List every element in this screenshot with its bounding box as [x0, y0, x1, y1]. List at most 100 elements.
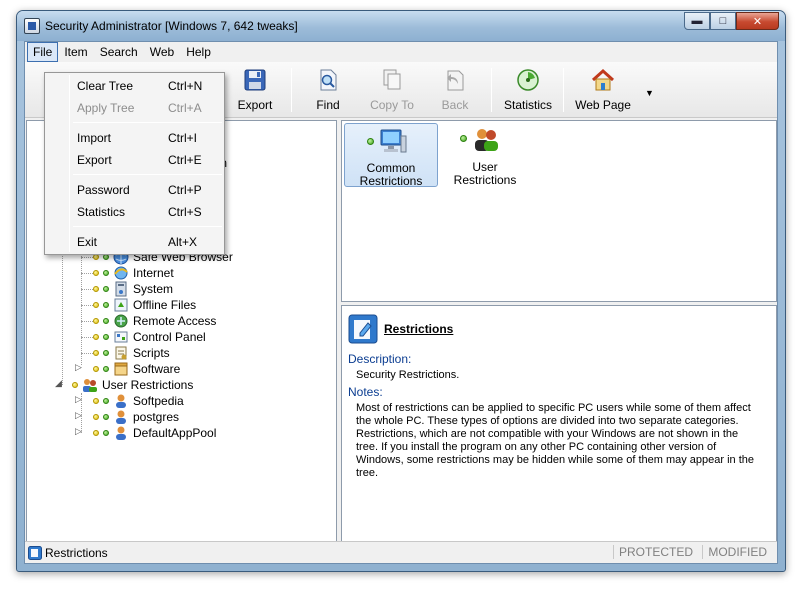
find-label: Find [316, 98, 340, 112]
expand-arrow-icon[interactable]: ▷ [75, 394, 82, 405]
toolbar-separator [563, 68, 564, 112]
expand-arrow-icon[interactable]: ▷ [75, 410, 82, 421]
menu-help[interactable]: Help [180, 42, 217, 62]
toolbar-separator [291, 68, 292, 112]
close-button[interactable]: ✕ [736, 12, 779, 30]
restrictions-icon [348, 314, 378, 344]
export-button[interactable]: Export [230, 66, 280, 114]
menu-item-label: Export [77, 153, 112, 167]
tree-item-user-defaultapppool[interactable]: ▷ DefaultAppPool [75, 425, 275, 441]
status-dot-green [103, 318, 109, 324]
status-dot-yellow [93, 398, 99, 404]
back-button[interactable]: Back [435, 66, 475, 114]
menu-password[interactable]: Password Ctrl+P [47, 179, 222, 201]
export-label: Export [237, 98, 273, 112]
tree-item-remote-access[interactable]: Remote Access [75, 313, 275, 329]
menu-item-shortcut: Ctrl+E [168, 153, 202, 167]
collapse-arrow-icon[interactable]: ◢ [55, 378, 62, 389]
status-dot-green [103, 286, 109, 292]
category-list[interactable]: Common Restrictions User Restrictions [341, 120, 777, 302]
category-user-restrictions[interactable]: User Restrictions [438, 123, 532, 187]
restrictions-icon [28, 546, 42, 560]
find-button[interactable]: Find [305, 66, 351, 114]
status-dot-green [103, 398, 109, 404]
tree-item-user-restrictions[interactable]: ◢ User Restrictions [55, 377, 275, 393]
menu-search[interactable]: Search [94, 42, 144, 62]
window-title: Security Administrator [Windows 7, 642 t… [45, 19, 298, 33]
offline-files-icon [114, 298, 128, 312]
copy-to-button[interactable]: Copy To [365, 66, 419, 114]
menu-item-shortcut: Ctrl+A [168, 101, 202, 115]
status-modified: MODIFIED [702, 545, 767, 559]
detail-title[interactable]: Restrictions [384, 322, 453, 336]
menu-apply-tree[interactable]: Apply Tree Ctrl+A [47, 97, 222, 119]
status-dot-green [103, 334, 109, 340]
status-protected: PROTECTED [612, 545, 693, 559]
category-label: Common Restrictions [359, 161, 423, 188]
menu-separator [73, 174, 222, 175]
menu-separator [73, 226, 222, 227]
user-icon [116, 426, 126, 440]
tree-item-label: System [133, 282, 174, 296]
computer-icon [380, 129, 407, 153]
statistics-button[interactable]: Statistics [503, 66, 553, 114]
menu-item-shortcut: Ctrl+I [168, 131, 198, 145]
status-bar: Restrictions PROTECTED MODIFIED [25, 541, 777, 563]
tree-item-system[interactable]: System [75, 281, 275, 297]
maximize-button[interactable]: □ [710, 12, 736, 30]
tree-item-user-softpedia[interactable]: ▷ Softpedia [75, 393, 275, 409]
menu-import[interactable]: Import Ctrl+I [47, 127, 222, 149]
menu-item[interactable]: Item [58, 42, 93, 62]
menu-item-shortcut: Ctrl+P [168, 183, 202, 197]
users-icon [475, 129, 498, 151]
floppy-icon [244, 69, 266, 91]
tree-item-label: Internet [133, 266, 174, 280]
description-label: Description: [348, 352, 412, 366]
tree-item-user-postgres[interactable]: ▷ postgres [75, 409, 275, 425]
status-dot-green [103, 414, 109, 420]
menu-web[interactable]: Web [144, 42, 180, 62]
tree-item-label: DefaultAppPool [133, 426, 217, 440]
software-icon [114, 362, 128, 376]
ie-icon [114, 266, 128, 280]
menu-item-label: Import [77, 131, 112, 145]
category-common-restrictions[interactable]: Common Restrictions [344, 123, 438, 188]
tree-item-label: Remote Access [133, 314, 217, 328]
scripts-icon [115, 346, 127, 360]
tree-item-offline-files[interactable]: Offline Files [75, 297, 275, 313]
menu-item-shortcut: Alt+X [168, 235, 198, 249]
tree-item-label: postgres [133, 410, 180, 424]
find-icon [320, 69, 337, 91]
menu-exit[interactable]: Exit Alt+X [47, 231, 222, 253]
expand-arrow-icon[interactable]: ▷ [75, 426, 82, 437]
status-dot-yellow [93, 270, 99, 276]
detail-panel: Restrictions Description: Security Restr… [341, 305, 777, 548]
menu-export[interactable]: Export Ctrl+E [47, 149, 222, 171]
menu-statistics[interactable]: Statistics Ctrl+S [47, 201, 222, 223]
tree-item-software[interactable]: ▷ Software [75, 361, 275, 377]
home-icon [591, 68, 615, 91]
tree-item-label: User Restrictions [102, 378, 194, 392]
tree-item-internet[interactable]: Internet [75, 265, 275, 281]
web-page-button[interactable]: Web Page [573, 66, 633, 114]
status-dot-yellow [93, 334, 99, 340]
notes-text: Most of restrictions can be applied to s… [356, 402, 755, 479]
menu-bar: File Item Search Web Help [25, 42, 777, 62]
tree-item-scripts[interactable]: Scripts [75, 345, 275, 361]
tree-item-control-panel[interactable]: Control Panel [75, 329, 275, 345]
statistics-label: Statistics [503, 98, 552, 112]
menu-file[interactable]: File [27, 42, 59, 62]
app-window: Security Administrator [Windows 7, 642 t… [16, 10, 786, 572]
copy-to-label: Copy To [370, 98, 414, 112]
web-page-dropdown-arrow[interactable]: ▼ [645, 88, 654, 98]
status-dot-green [103, 302, 109, 308]
expand-arrow-icon[interactable]: ▷ [75, 362, 82, 373]
status-dot-yellow [93, 430, 99, 436]
minimize-button[interactable]: ▬ [684, 12, 710, 30]
status-dot-yellow [93, 286, 99, 292]
app-icon [24, 18, 40, 34]
title-bar[interactable]: Security Administrator [Windows 7, 642 t… [17, 11, 785, 41]
menu-clear-tree[interactable]: Clear Tree Ctrl+N [47, 75, 222, 97]
caption-buttons: ▬ □ ✕ [684, 12, 779, 30]
menu-item-label: Statistics [77, 205, 126, 219]
